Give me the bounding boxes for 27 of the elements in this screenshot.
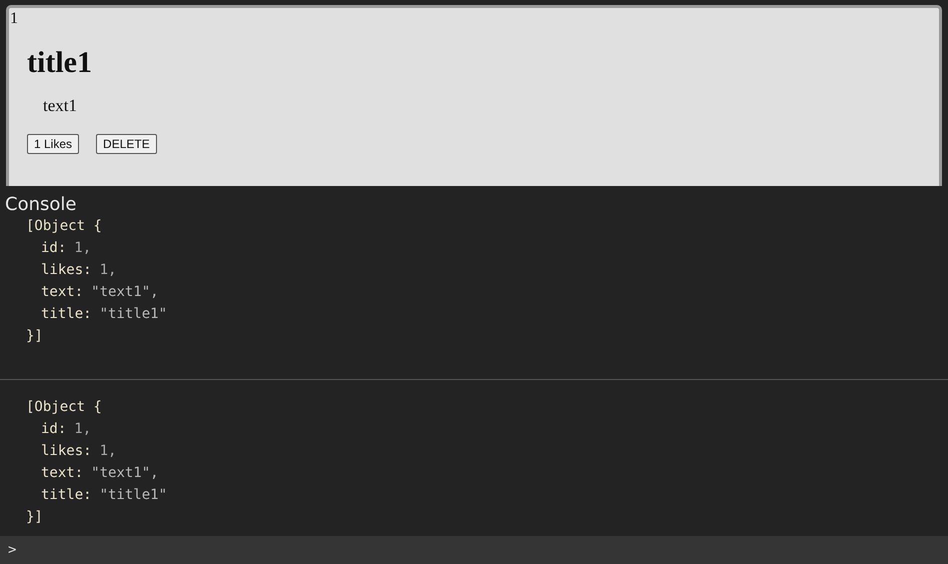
log-value: "title1" xyxy=(100,486,168,505)
post-text: text1 xyxy=(43,96,77,116)
log-value: "title1" xyxy=(100,305,168,324)
console-title: Console xyxy=(4,193,76,215)
log-key: likes: xyxy=(41,440,92,462)
log-key: text: xyxy=(41,281,84,303)
log-line: [Object { xyxy=(26,398,102,417)
log-value: "text1", xyxy=(91,464,159,483)
post-id: 1 xyxy=(10,10,18,28)
log-key: title: xyxy=(41,303,92,325)
log-key: likes: xyxy=(41,259,92,281)
log-value: "text1", xyxy=(91,283,159,302)
post-title: title1 xyxy=(27,46,92,80)
log-line: }] xyxy=(26,508,43,527)
log-key: title: xyxy=(41,484,92,506)
delete-button[interactable]: DELETE xyxy=(96,134,157,154)
log-value: 1, xyxy=(100,261,116,280)
log-value: 1, xyxy=(74,420,92,439)
log-value: 1, xyxy=(74,239,92,258)
like-button[interactable]: 1 Likes xyxy=(27,134,80,154)
log-line: }] xyxy=(26,327,43,346)
log-key: id: xyxy=(41,418,66,440)
console-input[interactable]: > xyxy=(0,536,948,564)
log-key: id: xyxy=(41,237,66,259)
log-value: 1, xyxy=(100,442,116,461)
log-key: text: xyxy=(41,462,84,484)
log-line: [Object { xyxy=(26,217,102,236)
